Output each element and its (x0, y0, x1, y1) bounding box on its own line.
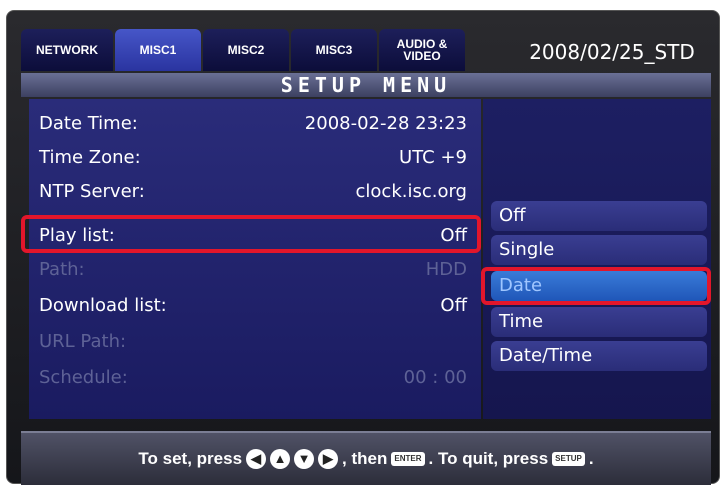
setting-value: HDD (425, 259, 467, 280)
option-date[interactable]: Date (491, 271, 707, 301)
setting-value: Off (440, 225, 467, 246)
up-arrow-icon: ▲ (270, 449, 291, 469)
tab-bar: NETWORK MISC1 MISC2 MISC3 AUDIO & VIDEO (21, 29, 491, 71)
firmware-version: 2008/02/25_STD (529, 40, 695, 64)
option-single[interactable]: Single (491, 235, 707, 265)
setting-value: Off (440, 295, 467, 316)
help-text-end: . (588, 449, 594, 468)
tab-network[interactable]: NETWORK (21, 29, 113, 71)
setting-value: UTC +9 (399, 147, 467, 168)
setting-label: URL Path: (39, 331, 127, 352)
setting-label: NTP Server: (39, 181, 145, 202)
setup-menu-title: SETUP MENU (21, 73, 711, 97)
setting-row-play-list[interactable]: Play list: Off (29, 219, 481, 253)
settings-panel: Date Time: 2008-02-28 23:23 Time Zone: U… (29, 99, 481, 419)
setting-label: Play list: (39, 225, 115, 246)
setting-value: 00 : 00 (403, 367, 467, 388)
setting-row-schedule: Schedule: 00 : 00 (29, 361, 481, 395)
enter-key-icon: ENTER (391, 452, 425, 466)
help-text-then: , then (342, 449, 388, 468)
setting-label: Download list: (39, 295, 167, 316)
right-arrow-icon: ▶ (318, 449, 339, 469)
help-text-prefix: To set, press (138, 449, 243, 468)
setting-label: Path: (39, 259, 85, 280)
setting-value: clock.isc.org (355, 181, 467, 202)
help-bar: To set, press ◀ ▲ ▼ ▶ , then ENTER . To … (21, 431, 711, 485)
option-off[interactable]: Off (491, 201, 707, 231)
setting-label: Time Zone: (39, 147, 141, 168)
setting-label: Schedule: (39, 367, 128, 388)
option-date-time[interactable]: Date/Time (491, 341, 707, 371)
setting-row-path: Path: HDD (29, 253, 481, 287)
device-screen: NETWORK MISC1 MISC2 MISC3 AUDIO & VIDEO … (6, 10, 720, 485)
help-text-middle: . To quit, press (428, 449, 549, 468)
tab-audio-video[interactable]: AUDIO & VIDEO (379, 29, 465, 71)
down-arrow-icon: ▼ (294, 449, 315, 469)
setting-row-ntp-server[interactable]: NTP Server: clock.isc.org (29, 175, 481, 209)
tab-misc3[interactable]: MISC3 (291, 29, 377, 71)
tab-misc2[interactable]: MISC2 (203, 29, 289, 71)
setting-row-time-zone[interactable]: Time Zone: UTC +9 (29, 141, 481, 175)
setting-row-download-list[interactable]: Download list: Off (29, 289, 481, 323)
setup-key-icon: SETUP (552, 452, 585, 466)
left-arrow-icon: ◀ (246, 449, 267, 469)
setting-label: Date Time: (39, 113, 138, 134)
tab-misc1[interactable]: MISC1 (115, 29, 201, 71)
options-panel: Off Single Date Time Date/Time (483, 99, 711, 419)
setting-row-url-path: URL Path: (29, 325, 481, 359)
setting-value: 2008-02-28 23:23 (304, 113, 467, 134)
option-time[interactable]: Time (491, 307, 707, 337)
setting-row-date-time[interactable]: Date Time: 2008-02-28 23:23 (29, 107, 481, 141)
